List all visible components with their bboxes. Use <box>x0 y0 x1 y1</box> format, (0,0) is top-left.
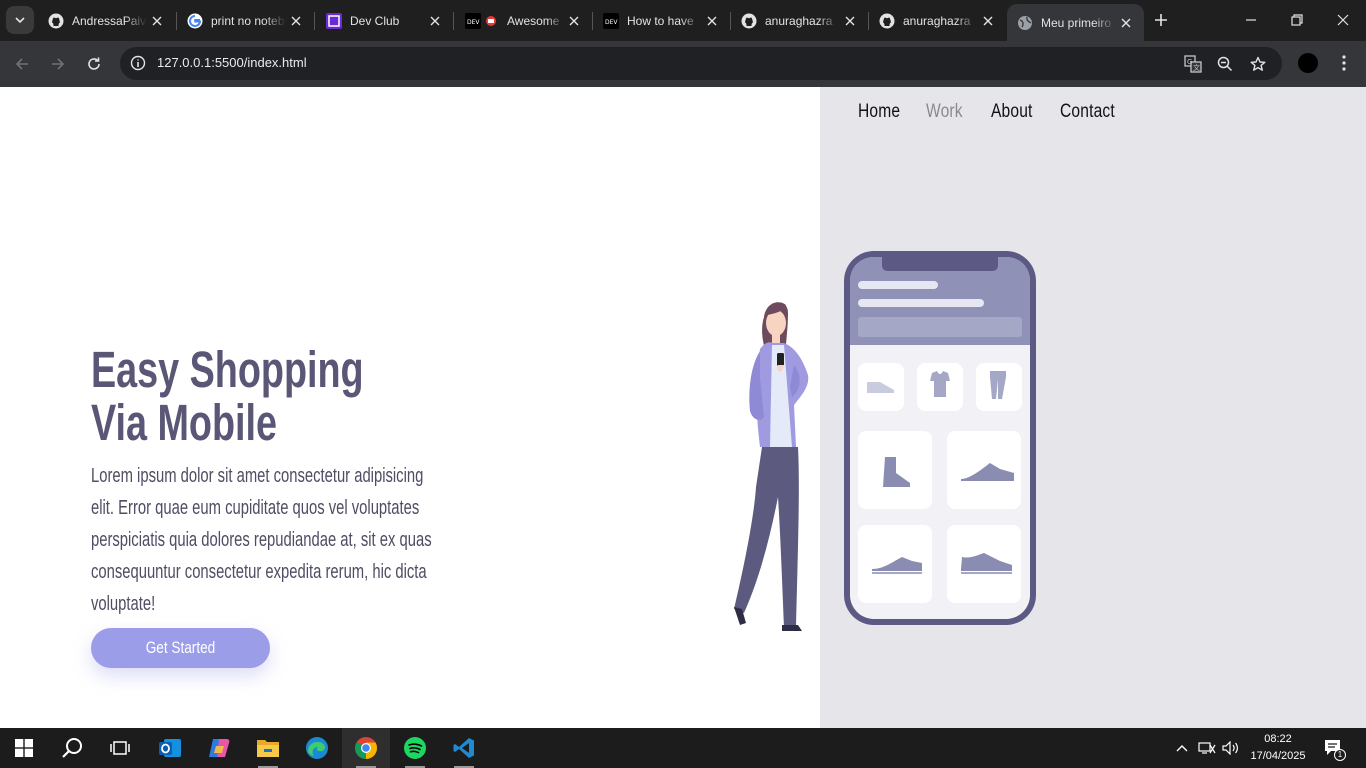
edge-icon[interactable] <box>293 728 341 768</box>
file-explorer-icon[interactable] <box>244 728 292 768</box>
tab-how-to-have[interactable]: DEV How to have <box>593 4 730 37</box>
reload-button[interactable] <box>80 50 108 78</box>
tab-devclub[interactable]: Dev Club <box>316 4 453 37</box>
tab-separator <box>314 12 315 30</box>
copilot-icon[interactable] <box>195 728 243 768</box>
github-icon <box>741 13 757 29</box>
task-view-icon[interactable] <box>96 728 144 768</box>
tab-title: Awesome <box>507 13 560 28</box>
close-icon[interactable] <box>702 11 722 31</box>
close-icon <box>1337 14 1349 26</box>
new-tab-button[interactable] <box>1148 7 1174 33</box>
restore-icon <box>1291 14 1303 26</box>
vscode-icon[interactable] <box>440 728 488 768</box>
tab-title: print no notebook <box>211 13 286 28</box>
tab-meu-primeiro[interactable]: Meu primeiro <box>1007 4 1144 41</box>
system-clock[interactable]: 08:22 17/04/2025 <box>1248 731 1308 765</box>
close-window-button[interactable] <box>1320 0 1366 40</box>
hero-title-line1: Easy Shopping <box>91 341 364 398</box>
svg-text:DEV: DEV <box>467 19 480 26</box>
globe-icon <box>1017 15 1033 31</box>
hero-title: Easy Shopping Via Mobile <box>91 343 364 449</box>
tab-strip: AndressaPaiva print no notebook Dev Club… <box>0 0 1366 41</box>
search-icon[interactable] <box>48 728 96 768</box>
profile-avatar[interactable] <box>1298 53 1318 73</box>
bookmark-star-icon[interactable] <box>1247 53 1269 75</box>
close-icon[interactable] <box>1116 13 1136 33</box>
chevron-down-icon <box>15 17 25 24</box>
google-icon <box>187 13 203 29</box>
get-started-button[interactable]: Get Started <box>91 628 270 668</box>
arrow-right-icon <box>52 58 65 70</box>
site-info-icon[interactable] <box>128 53 148 73</box>
devclub-icon <box>326 12 342 29</box>
chrome-icon[interactable] <box>342 728 390 768</box>
tab-title: Dev Club <box>350 13 400 28</box>
toolbar: 127.0.0.1:5500/index.html G文 <box>0 41 1366 87</box>
github-icon <box>879 13 895 29</box>
svg-text:G: G <box>1187 58 1192 66</box>
woman-figure <box>734 302 809 631</box>
url-text: 127.0.0.1:5500/index.html <box>157 55 307 70</box>
close-icon[interactable] <box>147 11 167 31</box>
tab-anuraghazra-1[interactable]: anuraghazra <box>731 4 868 37</box>
tab-search-button[interactable] <box>6 6 34 34</box>
kebab-menu-icon <box>1342 55 1346 71</box>
close-icon[interactable] <box>425 11 445 31</box>
plus-icon <box>1155 14 1167 26</box>
arrow-left-icon <box>15 58 28 70</box>
dev-icon: DEV <box>465 12 499 29</box>
clock-time: 08:22 <box>1264 733 1292 745</box>
nav-work[interactable]: Work <box>926 101 963 123</box>
tray-overflow-icon[interactable] <box>1172 728 1192 768</box>
hero-description: Lorem ipsum dolor sit amet consectetur a… <box>91 465 432 615</box>
tab-andressapaiva[interactable]: AndressaPaiva <box>38 4 175 37</box>
tab-anuraghazra-2[interactable]: anuraghazra <box>869 4 1006 37</box>
volume-icon[interactable] <box>1220 728 1242 768</box>
zoom-icon[interactable] <box>1214 53 1236 75</box>
minimize-button[interactable] <box>1228 0 1274 40</box>
page-viewport: Home Work About Contact Easy Shopping Vi… <box>0 87 1366 728</box>
dev-icon: DEV <box>603 12 619 29</box>
address-bar[interactable]: 127.0.0.1:5500/index.html G文 <box>120 47 1282 80</box>
close-icon[interactable] <box>286 11 306 31</box>
close-icon[interactable] <box>564 11 584 31</box>
tab-title: anuraghazra <box>903 13 971 28</box>
clock-date: 17/04/2025 <box>1250 750 1306 762</box>
tab-title: AndressaPaiva <box>72 13 147 28</box>
close-icon[interactable] <box>978 11 998 31</box>
hero-title-line2: Via Mobile <box>91 394 277 451</box>
notification-icon[interactable]: 1 <box>1322 728 1346 768</box>
notification-count: 1 <box>1334 749 1346 761</box>
get-started-label: Get Started <box>145 638 216 657</box>
reload-icon <box>88 57 100 70</box>
svg-text:文: 文 <box>1193 63 1200 72</box>
tab-separator <box>453 12 454 30</box>
back-button[interactable] <box>8 50 36 78</box>
outlook-icon[interactable] <box>146 728 194 768</box>
nav-about[interactable]: About <box>991 101 1033 123</box>
tab-title: How to have <box>627 13 694 28</box>
nav-contact[interactable]: Contact <box>1060 101 1115 123</box>
spotify-icon[interactable] <box>391 728 439 768</box>
phone-mockup <box>844 251 1036 625</box>
tab-title: Meu primeiro <box>1041 15 1112 30</box>
menu-button[interactable] <box>1334 51 1354 75</box>
windows-start-icon[interactable] <box>0 728 48 768</box>
tab-awesome[interactable]: DEV Awesome <box>455 4 592 37</box>
forward-button[interactable] <box>44 50 72 78</box>
github-icon <box>48 13 64 29</box>
svg-text:DEV: DEV <box>605 19 618 26</box>
restore-button[interactable] <box>1274 0 1320 40</box>
shopping-illustration <box>734 251 1036 631</box>
close-icon[interactable] <box>840 11 860 31</box>
windows-taskbar: 08:22 17/04/2025 1 <box>0 728 1366 768</box>
translate-icon[interactable]: G文 <box>1182 53 1204 75</box>
tab-title: anuraghazra <box>765 13 833 28</box>
tab-google[interactable]: print no notebook <box>177 4 314 37</box>
network-icon[interactable] <box>1196 728 1218 768</box>
minimize-icon <box>1246 19 1256 21</box>
nav-home[interactable]: Home <box>858 101 900 123</box>
